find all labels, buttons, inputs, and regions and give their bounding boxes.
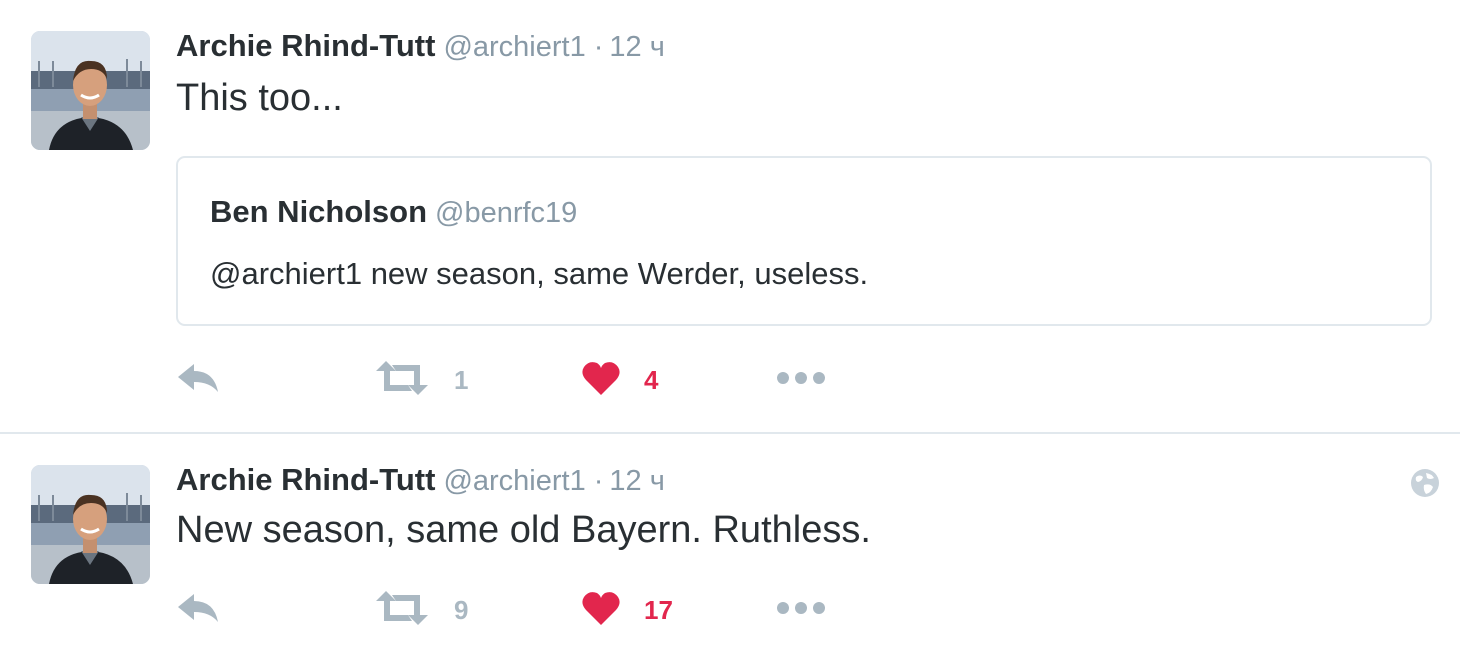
timestamp[interactable]: 12 ч (609, 465, 664, 497)
heart-icon (582, 591, 620, 630)
reply-icon (176, 361, 220, 400)
tweet-actions: 9 17 (176, 586, 876, 634)
author-name[interactable]: Archie Rhind-Tutt (176, 462, 435, 497)
retweet-button[interactable]: 1 (376, 356, 468, 404)
separator: · (593, 465, 604, 497)
retweet-icon (376, 360, 428, 400)
author-username[interactable]: @archiert1 (443, 31, 585, 63)
retweet-button[interactable]: 9 (376, 586, 468, 634)
more-button[interactable] (776, 586, 826, 634)
reply-button[interactable] (176, 356, 220, 404)
globe-icon[interactable] (1410, 468, 1440, 498)
tweet[interactable]: Archie Rhind-Tutt @archiert1 · 12 ч This to… (0, 0, 1460, 432)
retweet-count: 9 (454, 595, 469, 625)
reply-icon (176, 591, 220, 630)
more-button[interactable] (776, 356, 826, 404)
quoted-tweet-header: Ben Nicholson @benrfc19 (210, 196, 577, 228)
retweet-count: 1 (454, 365, 469, 395)
retweet-icon (376, 590, 428, 630)
more-icon (776, 601, 826, 620)
tweet-header: Archie Rhind-Tutt @archiert1 · 12 ч (176, 464, 665, 496)
reply-button[interactable] (176, 586, 220, 634)
more-icon (776, 371, 826, 390)
tweet-text: New season, same old Bayern. Ruthless. (176, 509, 871, 551)
avatar[interactable] (31, 31, 150, 150)
heart-icon (582, 361, 620, 400)
quoted-author-name: Ben Nicholson (210, 194, 428, 229)
like-count: 17 (644, 595, 673, 625)
like-count: 4 (644, 365, 659, 395)
tweet-actions: 1 4 (176, 356, 876, 404)
author-username[interactable]: @archiert1 (443, 465, 585, 497)
like-button[interactable]: 17 (582, 586, 673, 634)
tweet-text: This too... (176, 77, 343, 119)
avatar[interactable] (31, 465, 150, 584)
tweet[interactable]: Archie Rhind-Tutt @archiert1 · 12 ч New sea… (0, 434, 1460, 656)
quoted-author-username: @benrfc19 (435, 197, 578, 229)
like-button[interactable]: 4 (582, 356, 658, 404)
quoted-tweet[interactable]: Ben Nicholson @benrfc19 @archiert1 new se… (176, 156, 1432, 326)
author-name[interactable]: Archie Rhind-Tutt (176, 28, 435, 63)
tweet-header: Archie Rhind-Tutt @archiert1 · 12 ч (176, 30, 665, 62)
quoted-tweet-text: @archiert1 new season, same Werder, usel… (210, 256, 869, 291)
separator: · (593, 31, 604, 63)
timestamp[interactable]: 12 ч (609, 31, 664, 63)
